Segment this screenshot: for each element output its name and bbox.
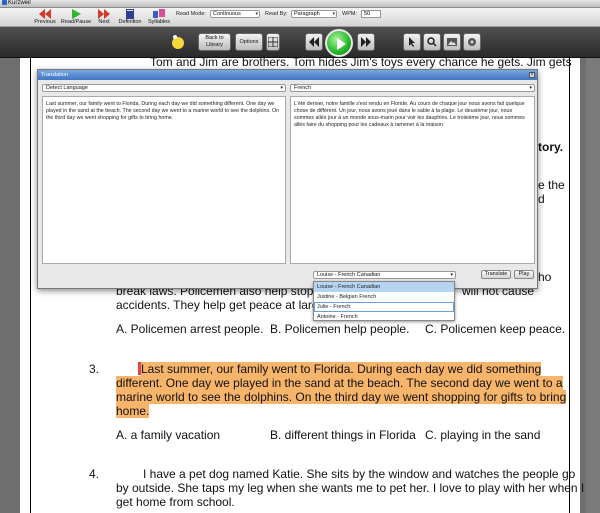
- q4-line1: I have a pet dog named Katie. She sits b…: [143, 467, 576, 481]
- q2-option-a[interactable]: A. Policemen arrest people.: [116, 322, 263, 336]
- voice-option[interactable]: Louise - French Canadian: [314, 282, 454, 292]
- doc-line-top: Tom and Jim are brothers. Tom hides Jim'…: [150, 55, 572, 69]
- read-mode-select[interactable]: Continuous ▾: [210, 10, 260, 18]
- kurzweil-bulb-icon[interactable]: [170, 33, 186, 51]
- arrow-cursor-icon: [409, 37, 415, 47]
- translate-button[interactable]: Translate: [481, 270, 511, 279]
- chevron-down-icon: ▾: [280, 85, 283, 91]
- target-language-select[interactable]: French ▾: [290, 84, 535, 92]
- read-pause-button[interactable]: Read/Pause: [60, 8, 92, 27]
- doc-fragment-the: e the: [538, 178, 565, 192]
- magnifier-icon: [427, 37, 437, 47]
- definition-icon: [126, 9, 134, 19]
- source-language-select[interactable]: Detect Language ▾: [42, 84, 286, 92]
- rewind-icon: [309, 37, 319, 47]
- chevron-down-icon: ▾: [450, 272, 453, 278]
- q3-number: 3.: [89, 362, 100, 376]
- gear-icon: [468, 38, 476, 46]
- q2-option-c[interactable]: C. Policemen keep peace.: [425, 322, 565, 336]
- q4-line3: get home from school.: [116, 495, 235, 509]
- close-icon[interactable]: ×: [529, 72, 535, 78]
- q3-option-b[interactable]: B. different things in Florida: [270, 428, 416, 442]
- voice-dropdown-list: Louise - French Canadian Justine - Belgi…: [313, 281, 455, 321]
- play-translation-button[interactable]: Play: [514, 270, 534, 279]
- read-by-label: Read By:: [265, 11, 288, 17]
- document-scrollbar[interactable]: [586, 58, 600, 513]
- q3-line1: Last summer, our family went to Florida.…: [138, 362, 542, 376]
- q4-number: 4.: [89, 467, 100, 481]
- main-toolbar: Previous Read/Pause Next Definition Syll…: [0, 8, 600, 27]
- chevron-down-icon: ▾: [529, 85, 532, 91]
- fast-forward-icon: [361, 37, 371, 47]
- wpm-input[interactable]: 50: [361, 10, 381, 18]
- rewind-button[interactable]: [305, 33, 323, 51]
- previous-icon: [39, 9, 51, 19]
- translation-window: Translation × Detect Language ▾ French ▾ L…: [37, 69, 538, 289]
- q3-option-a[interactable]: A. a family vacation: [116, 428, 220, 442]
- play-button[interactable]: [325, 29, 353, 57]
- read-by-select[interactable]: Paragraph ▾: [291, 10, 337, 18]
- options-button[interactable]: Options: [235, 33, 263, 51]
- q3-line4: home.: [116, 404, 150, 418]
- chevron-down-icon: ▾: [255, 11, 258, 17]
- syllables-button[interactable]: Syllables: [146, 8, 172, 27]
- app-menu-strip: Kurzweil: [0, 0, 600, 8]
- play-icon: [72, 9, 81, 19]
- grid-icon: [267, 36, 279, 48]
- previous-button[interactable]: Previous: [32, 8, 58, 27]
- q3-option-c[interactable]: C. playing in the sand: [425, 428, 540, 442]
- read-mode-label: Read Mode:: [176, 11, 206, 17]
- layout-button[interactable]: [266, 33, 280, 51]
- translation-titlebar[interactable]: Translation ×: [38, 70, 537, 80]
- definition-button[interactable]: Definition: [116, 8, 144, 27]
- voice-select[interactable]: Louise - French Canadian ▾: [313, 271, 456, 279]
- image-icon: [447, 38, 457, 46]
- voice-option[interactable]: Julie - French: [314, 302, 454, 312]
- fast-forward-button[interactable]: [357, 33, 375, 51]
- back-to-library-button[interactable]: Back to Library: [198, 33, 231, 51]
- next-button[interactable]: Next: [94, 8, 114, 27]
- q2-option-b[interactable]: B. Policemen help people.: [270, 322, 409, 336]
- zoom-tool-button[interactable]: [423, 33, 441, 51]
- image-tool-button[interactable]: [443, 33, 461, 51]
- translated-text-area[interactable]: L'été dernier, notre famille s'est rendu…: [290, 96, 535, 264]
- q2-line2: accidents. They help get peace at large: [116, 298, 326, 312]
- doc-fragment-d: d: [538, 192, 545, 206]
- voice-option[interactable]: Antoine - French: [314, 312, 454, 322]
- q3-line2: different. One day we played in the sand…: [116, 376, 563, 390]
- next-icon: [98, 9, 110, 19]
- select-tool-button[interactable]: [403, 33, 421, 51]
- syllables-icon: [153, 9, 165, 18]
- source-text-area[interactable]: Last summer, our family went to Florida.…: [42, 96, 286, 264]
- wpm-label: WPM:: [342, 11, 357, 17]
- kurzweil-logo-icon: [2, 0, 7, 5]
- q4-line2: by outside. She taps my leg when she wan…: [116, 481, 585, 495]
- voice-option[interactable]: Justine - Belgian French: [314, 292, 454, 302]
- chevron-down-icon: ▾: [332, 11, 335, 17]
- q3-line3: marine world to see the dolphins. On the…: [116, 390, 567, 404]
- doc-fragment-ho: ho: [538, 270, 552, 284]
- doc-fragment-story: tory.: [538, 140, 564, 154]
- settings-tool-button[interactable]: [463, 33, 481, 51]
- playback-bar: Back to Library Options: [0, 27, 600, 58]
- app-name: Kurzweil: [2, 0, 31, 8]
